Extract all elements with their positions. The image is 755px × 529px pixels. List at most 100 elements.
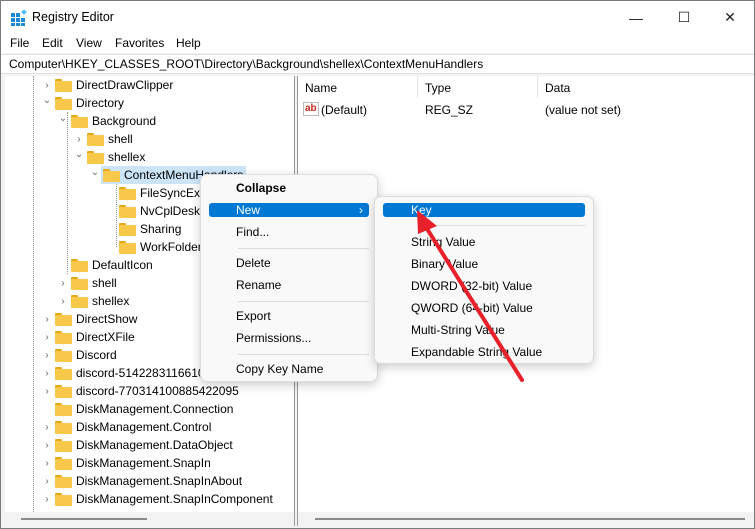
tree-item[interactable]: › shell [73, 130, 132, 148]
tree-item[interactable]: › DiskManagement.DataObject [41, 436, 232, 454]
tree-item[interactable]: › shell [57, 274, 117, 292]
submenu-item-label: Multi-String Value [411, 323, 505, 337]
tree-item-label: DiskManagement.SnapIn [76, 456, 211, 470]
tree-item[interactable]: › DirectXFile [41, 328, 134, 346]
menu-item-new[interactable]: New › [209, 203, 369, 217]
chevron-right-icon[interactable]: › [57, 278, 69, 289]
tree-item[interactable]: ⌄ Background [57, 112, 156, 130]
tree-item[interactable]: › shellex [57, 292, 129, 310]
menu-item-export[interactable]: Export [209, 309, 369, 323]
folder-icon [55, 474, 72, 488]
folder-icon [55, 96, 72, 110]
tree-item[interactable]: FileSyncEx [105, 184, 200, 202]
folder-icon [119, 222, 136, 236]
tree-item-label: DiskManagement.Connection [76, 402, 234, 416]
menu-item-rename[interactable]: Rename [209, 278, 369, 292]
menu-edit[interactable]: Edit [42, 36, 63, 50]
value-row[interactable]: ab (Default) REG_SZ (value not set) [303, 102, 743, 118]
submenu-item[interactable]: Binary Value [383, 257, 585, 271]
column-data[interactable]: Data [545, 81, 570, 95]
tree-item[interactable]: ⌄ shellex [73, 148, 146, 166]
submenu-item[interactable]: String Value [383, 235, 585, 249]
menu-item-copy-key-name[interactable]: Copy Key Name [209, 362, 369, 376]
value-data: (value not set) [545, 103, 622, 117]
folder-icon [55, 366, 72, 380]
submenu-item-label: DWORD (32-bit) Value [411, 279, 533, 293]
tree-item[interactable]: WorkFolders [105, 238, 208, 256]
chevron-right-icon[interactable]: › [41, 440, 53, 451]
column-type[interactable]: Type [425, 81, 451, 95]
menu-file[interactable]: File [10, 36, 29, 50]
tree-item[interactable]: › DiskManagement.SnapInComponent [41, 490, 273, 508]
new-label: New [236, 203, 261, 217]
tree-item-label: Discord [76, 348, 117, 362]
chevron-right-icon[interactable]: › [41, 332, 53, 343]
close-button[interactable]: ✕ [707, 1, 753, 34]
tree-item[interactable]: › discord-770314100885422095 [41, 382, 238, 400]
permissions-label: Permissions... [236, 331, 312, 345]
folder-icon [55, 348, 72, 362]
submenu-item[interactable]: QWORD (64-bit) Value [383, 301, 585, 315]
tree-item-label: DirectShow [76, 312, 138, 326]
chevron-right-icon: › [359, 203, 363, 217]
chevron-down-icon[interactable]: ⌄ [41, 95, 53, 106]
chevron-right-icon[interactable]: › [41, 314, 53, 325]
folder-icon [55, 330, 72, 344]
tree-item[interactable]: › Discord [41, 346, 117, 364]
tree-item[interactable]: › DiskManagement.Control [41, 418, 211, 436]
chevron-down-icon[interactable]: ⌄ [73, 149, 85, 160]
menu-favorites[interactable]: Favorites [115, 36, 164, 50]
maximize-button[interactable]: ☐ [661, 1, 707, 34]
chevron-right-icon[interactable]: › [41, 494, 53, 505]
submenu-item-key[interactable]: Key [383, 203, 585, 217]
menu-help[interactable]: Help [176, 36, 201, 50]
registry-app-icon [11, 10, 27, 26]
chevron-right-icon[interactable]: › [41, 350, 53, 361]
chevron-right-icon[interactable]: › [41, 476, 53, 487]
tree-item-label: shell [92, 276, 117, 290]
menu-item-collapse[interactable]: Collapse [209, 181, 369, 195]
tree-item[interactable]: NvCplDesk [105, 202, 200, 220]
folder-icon [71, 114, 88, 128]
chevron-right-icon[interactable]: › [41, 368, 53, 379]
chevron-right-icon[interactable]: › [41, 80, 53, 91]
chevron-right-icon[interactable]: › [73, 134, 85, 145]
menu-item-delete[interactable]: Delete [209, 256, 369, 270]
tree-item[interactable]: DefaultIcon [57, 256, 153, 274]
submenu-item[interactable]: Expandable String Value [383, 345, 585, 359]
chevron-right-icon[interactable]: › [57, 296, 69, 307]
tree-item[interactable]: DiskManagement.Connection [41, 400, 233, 418]
folder-icon [55, 456, 72, 470]
submenu-item[interactable]: DWORD (32-bit) Value [383, 279, 585, 293]
tree-item-label: Directory [76, 96, 125, 110]
chevron-right-icon[interactable]: › [41, 422, 53, 433]
menu-item-find[interactable]: Find... [209, 225, 369, 239]
tree-item-label: discord-5142283116610 [76, 366, 205, 380]
folder-icon [55, 492, 72, 506]
tree-item[interactable]: ⌄ Directory [41, 94, 124, 112]
tree-item[interactable]: › discord-5142283116610 [41, 364, 205, 382]
menu-view[interactable]: View [76, 36, 102, 50]
tree-item-label: DiskManagement.SnapInComponent [76, 492, 273, 506]
address-bar[interactable]: Computer\HKEY_CLASSES_ROOT\Directory\Bac… [1, 54, 754, 74]
find-label: Find... [236, 225, 270, 239]
tree-item-label: WorkFolders [140, 240, 208, 254]
tree-item[interactable]: › DiskManagement.SnapInAbout [41, 472, 242, 490]
minimize-button[interactable]: — [613, 1, 659, 34]
column-name[interactable]: Name [305, 81, 337, 95]
tree-horizontal-scrollbar[interactable] [5, 512, 294, 526]
submenu-item[interactable]: Multi-String Value [383, 323, 585, 337]
chevron-down-icon[interactable]: ⌄ [89, 167, 101, 178]
export-label: Export [236, 309, 271, 323]
chevron-right-icon[interactable]: › [41, 458, 53, 469]
menu-item-permissions[interactable]: Permissions... [209, 331, 369, 345]
values-horizontal-scrollbar[interactable] [299, 512, 754, 526]
chevron-down-icon[interactable]: ⌄ [57, 113, 69, 124]
submenu-item-label: String Value [411, 235, 476, 249]
chevron-right-icon[interactable]: › [41, 386, 53, 397]
tree-item[interactable]: Sharing [105, 220, 181, 238]
folder-icon [55, 312, 72, 326]
tree-item[interactable]: › DirectShow [41, 310, 137, 328]
tree-item[interactable]: › DiskManagement.SnapIn [41, 454, 211, 472]
tree-item[interactable]: › DirectDrawClipper [41, 76, 173, 94]
